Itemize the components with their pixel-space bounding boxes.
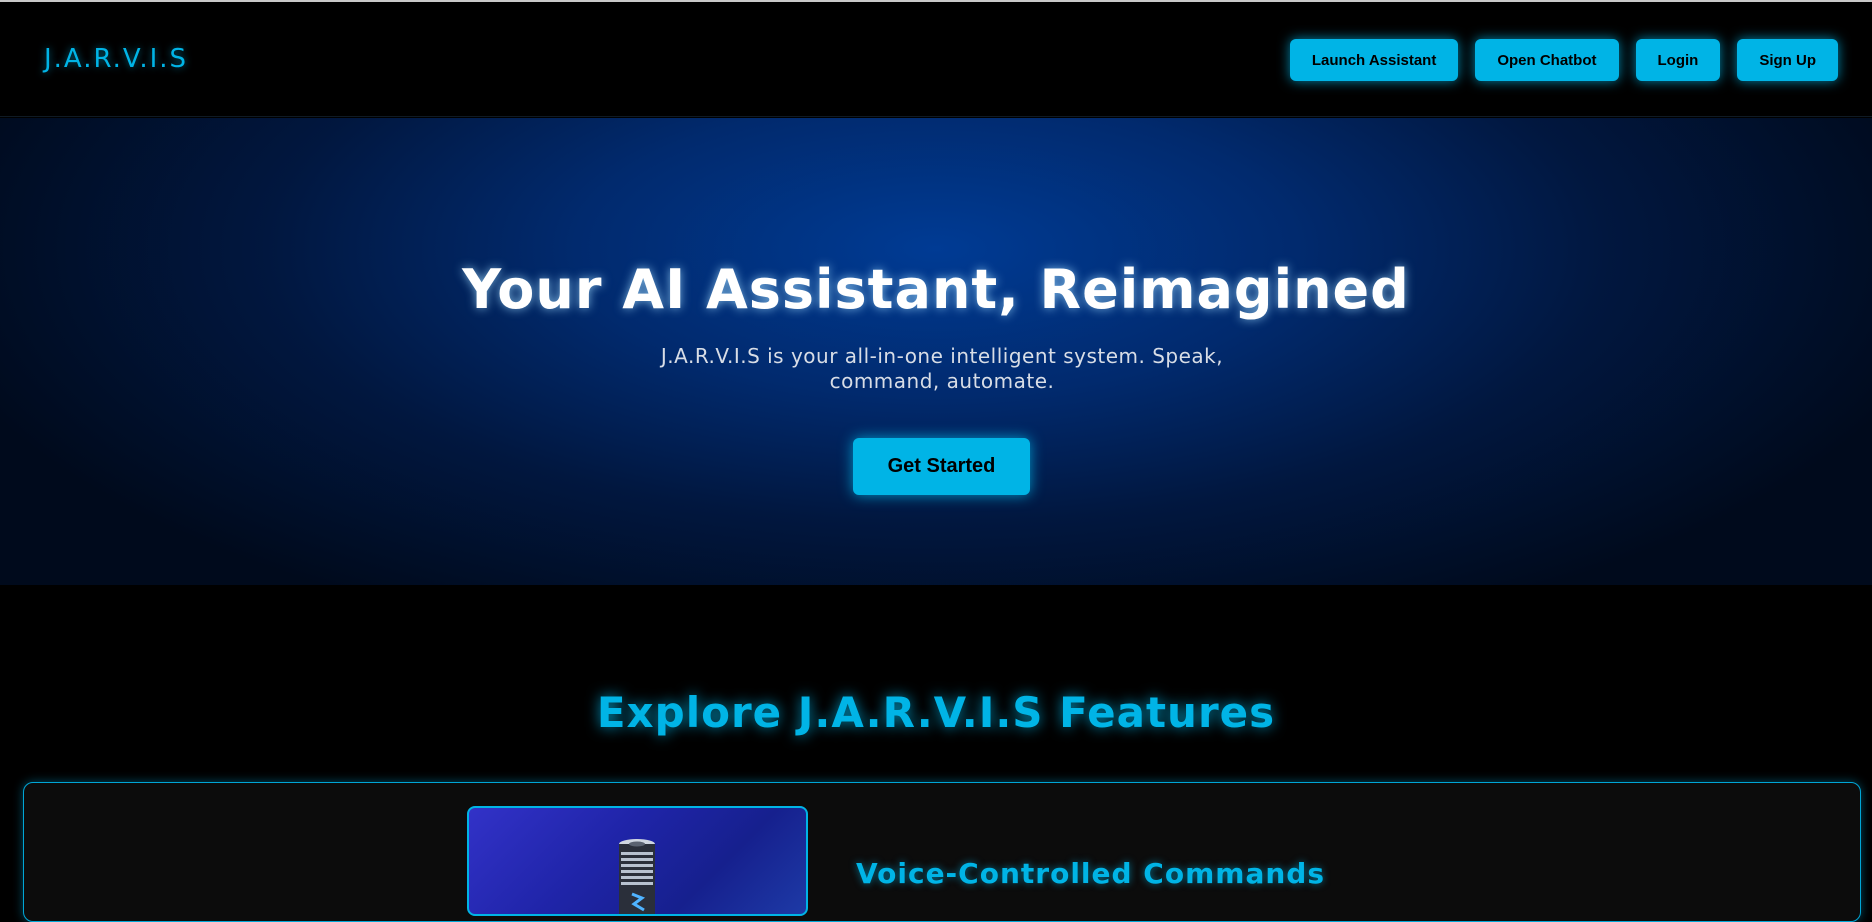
nav-buttons: Launch Assistant Open Chatbot Login Sign… — [1289, 39, 1838, 81]
feature-image — [467, 806, 808, 916]
get-started-button[interactable]: Get Started — [853, 438, 1030, 495]
features-section-title: Explore J.A.R.V.I.S Features — [596, 688, 1276, 737]
launch-assistant-button[interactable]: Launch Assistant — [1289, 39, 1459, 81]
feature-card — [23, 782, 1861, 922]
smart-speaker-icon — [619, 839, 655, 914]
sign-up-button[interactable]: Sign Up — [1737, 39, 1838, 81]
login-button[interactable]: Login — [1635, 39, 1721, 81]
hero-subtitle: J.A.R.V.I.S is your all-in-one intellige… — [660, 344, 1224, 393]
hero-title: Your AI Assistant, Reimagined — [462, 258, 1410, 321]
feature-heading: Voice-Controlled Commands — [856, 857, 1325, 890]
navbar: J.A.R.V.I.S Launch Assistant Open Chatbo… — [0, 2, 1872, 117]
hero-section: Your AI Assistant, Reimagined J.A.R.V.I.… — [0, 118, 1872, 585]
open-chatbot-button[interactable]: Open Chatbot — [1475, 39, 1619, 81]
logo[interactable]: J.A.R.V.I.S — [44, 44, 188, 74]
